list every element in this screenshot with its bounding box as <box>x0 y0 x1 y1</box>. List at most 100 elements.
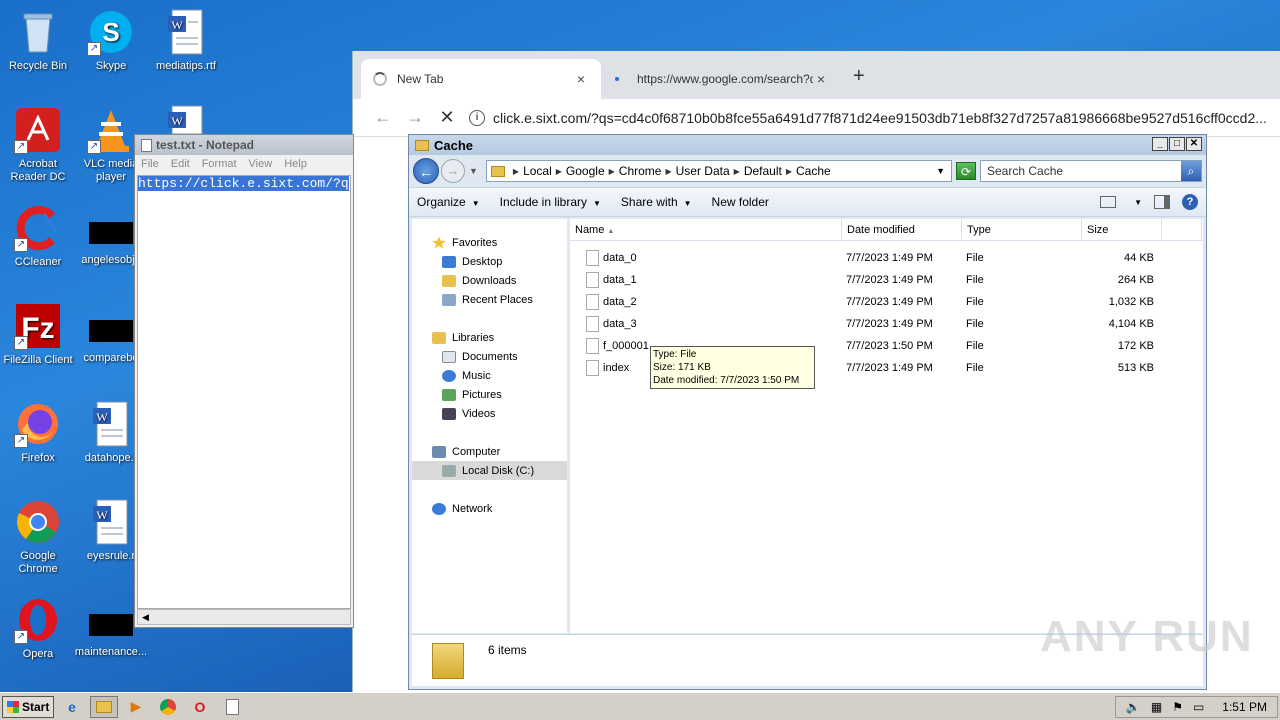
acrobat-icon: ↗ <box>14 106 62 154</box>
desktop-icon-chrome[interactable]: Google Chrome <box>0 498 76 576</box>
tab-new-tab[interactable]: New Tab × <box>361 59 601 99</box>
new-tab-button[interactable]: + <box>853 65 865 88</box>
horizontal-scrollbar[interactable]: ◀ <box>137 609 351 625</box>
star-icon <box>432 236 446 249</box>
column-type[interactable]: Type <box>962 219 1082 240</box>
column-size[interactable]: Size <box>1082 219 1162 240</box>
recycle-bin-icon <box>14 8 62 56</box>
search-icon[interactable]: ⌕ <box>1181 161 1201 181</box>
breadcrumb-local[interactable]: Local <box>523 164 552 178</box>
explorer-titlebar[interactable]: Cache _ □ ✕ <box>409 135 1206 155</box>
preview-pane-icon[interactable] <box>1154 195 1170 209</box>
close-button[interactable]: ✕ <box>1186 137 1202 151</box>
network-icon <box>432 502 446 515</box>
recent-places-icon <box>442 293 456 306</box>
new-folder-button[interactable]: New folder <box>712 195 769 209</box>
chevron-down-icon[interactable]: ▼ <box>930 166 951 176</box>
forward-arrow-icon[interactable]: → <box>441 159 465 183</box>
back-arrow-icon[interactable]: ← <box>413 158 439 184</box>
network-tray-icon[interactable]: ▦ <box>1151 700 1162 714</box>
menu-file[interactable]: File <box>141 158 159 170</box>
opera-taskbar-icon[interactable]: O <box>186 696 214 718</box>
desktop-icon-ccleaner[interactable]: ↗ CCleaner <box>0 204 76 269</box>
share-with-button[interactable]: Share with ▼ <box>621 195 692 209</box>
site-info-icon[interactable]: i <box>469 109 485 126</box>
nav-favorites[interactable]: Favorites <box>412 233 567 252</box>
help-icon[interactable]: ? <box>1182 194 1198 210</box>
column-date-modified[interactable]: Date modified <box>842 219 962 240</box>
desktop-icon-filezilla[interactable]: Fz ↗ FileZilla Client <box>0 302 76 367</box>
nav-pictures[interactable]: Pictures <box>412 385 567 404</box>
notepad-titlebar[interactable]: test.txt - Notepad <box>135 135 353 155</box>
explorer-taskbar-icon[interactable] <box>90 695 118 718</box>
nav-music[interactable]: Music <box>412 366 567 385</box>
file-row[interactable]: data_0 7/7/2023 1:49 PM File 44 KB <box>570 247 1203 269</box>
refresh-icon[interactable]: ⟳ <box>956 162 976 180</box>
menu-edit[interactable]: Edit <box>171 158 190 170</box>
action-center-icon[interactable]: ⚑ <box>1172 700 1183 714</box>
desktop-icon-mediatips[interactable]: W mediatips.rtf <box>148 8 224 73</box>
media-player-icon[interactable]: ▶ <box>122 696 150 718</box>
breadcrumb-default[interactable]: Default <box>744 164 782 178</box>
sort-ascending-icon: ▲ <box>607 228 615 235</box>
chrome-icon <box>14 498 62 546</box>
ie-icon[interactable]: e <box>58 696 86 718</box>
stop-button[interactable]: ✕ <box>431 107 463 128</box>
start-button[interactable]: Start <box>2 695 54 718</box>
address-bar[interactable]: i click.e.sixt.com/?qs=cd4c0f68710b0b8fc… <box>469 109 1280 126</box>
menu-view[interactable]: View <box>249 158 273 170</box>
chevron-down-icon[interactable]: ▼ <box>1134 198 1142 207</box>
forward-button[interactable]: → <box>399 107 431 128</box>
include-in-library-button[interactable]: Include in library ▼ <box>500 195 601 209</box>
nav-desktop[interactable]: Desktop <box>412 252 567 271</box>
navigation-pane: Favorites Desktop Downloads Recent Place… <box>412 219 570 633</box>
file-row[interactable]: data_2 7/7/2023 1:49 PM File 1,032 KB <box>570 291 1203 313</box>
power-icon[interactable]: ▭ <box>1193 700 1204 714</box>
back-button[interactable]: ← <box>367 107 399 128</box>
nav-recent-places[interactable]: Recent Places <box>412 290 567 309</box>
tab-close-icon[interactable]: × <box>573 71 589 87</box>
volume-icon[interactable]: 🔈 <box>1126 700 1141 714</box>
filezilla-icon: Fz ↗ <box>14 302 62 350</box>
notepad-text-area[interactable]: https://click.e.sixt.com/?q <box>137 175 351 609</box>
nav-local-disk-c[interactable]: Local Disk (C:) <box>412 461 567 480</box>
breadcrumb[interactable]: ▶ Local ▶ Google ▶ Chrome ▶ User Data ▶ … <box>485 160 952 182</box>
file-icon <box>586 360 599 376</box>
chrome-tab-strip: New Tab × https://www.google.com/search?… <box>353 51 1280 99</box>
change-view-icon[interactable] <box>1100 196 1117 208</box>
nav-libraries[interactable]: Libraries <box>412 328 567 347</box>
desktop-icon-skype[interactable]: S ↗ Skype <box>73 8 149 73</box>
desktop-icon-acrobat[interactable]: ↗ Acrobat Reader DC <box>0 106 76 184</box>
nav-documents[interactable]: Documents <box>412 347 567 366</box>
maximize-button[interactable]: □ <box>1169 137 1185 151</box>
view-controls: ▼ ? <box>1100 194 1206 210</box>
clock[interactable]: 1:51 PM <box>1222 700 1267 714</box>
file-row[interactable]: data_1 7/7/2023 1:49 PM File 264 KB <box>570 269 1203 291</box>
chevron-down-icon: ▼ <box>471 199 480 208</box>
breadcrumb-google[interactable]: Google <box>566 164 605 178</box>
nav-videos[interactable]: Videos <box>412 404 567 423</box>
desktop-icon-opera[interactable]: ↗ Opera <box>0 596 76 661</box>
menu-help[interactable]: Help <box>284 158 307 170</box>
firefox-icon: ↗ <box>14 400 62 448</box>
nav-network[interactable]: Network <box>412 499 567 518</box>
search-input[interactable]: Search Cache ⌕ <box>980 160 1202 182</box>
breadcrumb-chrome[interactable]: Chrome <box>619 164 662 178</box>
organize-button[interactable]: Organize ▼ <box>417 195 480 209</box>
breadcrumb-cache[interactable]: Cache <box>796 164 831 178</box>
column-name[interactable]: Name ▲ <box>570 219 842 240</box>
minimize-button[interactable]: _ <box>1152 137 1168 151</box>
breadcrumb-user-data[interactable]: User Data <box>676 164 730 178</box>
menu-format[interactable]: Format <box>202 158 237 170</box>
nav-downloads[interactable]: Downloads <box>412 271 567 290</box>
desktop-icon-recycle-bin[interactable]: Recycle Bin <box>0 8 76 73</box>
chrome-taskbar-icon[interactable] <box>154 696 182 718</box>
shortcut-arrow-icon: ↗ <box>14 434 28 448</box>
nav-computer[interactable]: Computer <box>412 442 567 461</box>
history-dropdown-icon[interactable]: ▼ <box>469 166 478 176</box>
tab-close-icon[interactable]: × <box>813 71 829 87</box>
desktop-icon-firefox[interactable]: ↗ Firefox <box>0 400 76 465</box>
notepad-taskbar-icon[interactable] <box>218 696 246 718</box>
file-row[interactable]: data_3 7/7/2023 1:49 PM File 4,104 KB <box>570 313 1203 335</box>
tab-google-search[interactable]: https://www.google.com/search?q= × <box>603 59 841 99</box>
